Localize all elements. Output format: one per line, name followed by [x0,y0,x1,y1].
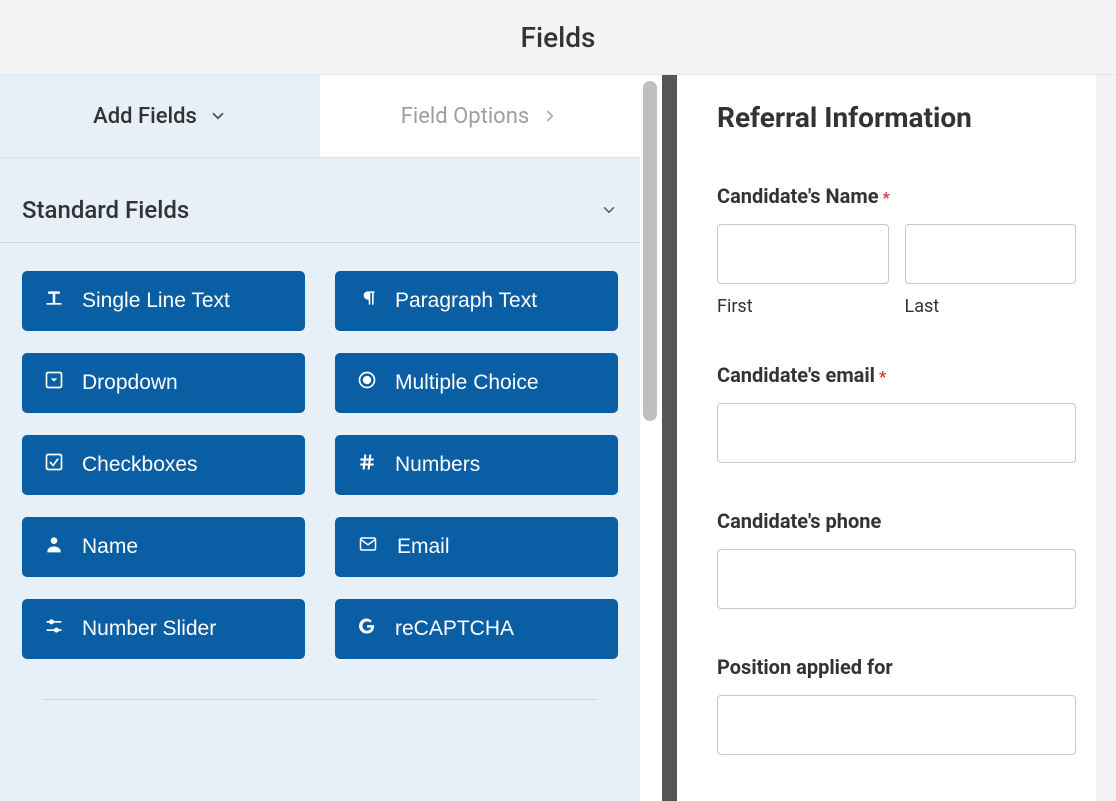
tab-field-options-label: Field Options [401,104,529,129]
field-position-applied[interactable]: Position applied for [717,655,1076,755]
standard-fields-body: Single Line Text Paragraph Text Dropdown [0,271,640,700]
field-label: Name [82,535,138,559]
field-label: reCAPTCHA [395,617,514,641]
scrollbar-track [640,75,662,801]
right-scrollbar[interactable] [1096,75,1116,801]
field-single-line-text[interactable]: Single Line Text [22,271,305,331]
phone-input[interactable] [717,549,1076,609]
position-input[interactable] [717,695,1076,755]
user-icon [44,534,64,560]
field-label: Dropdown [82,371,178,395]
last-name-input[interactable] [905,224,1077,284]
field-candidate-phone[interactable]: Candidate's phone [717,509,1076,609]
section-divider [44,699,596,700]
field-label: Candidate's email [717,363,875,387]
field-label: Candidate's phone [717,509,881,533]
first-name-input[interactable] [717,224,889,284]
field-email[interactable]: Email [335,517,618,577]
dropdown-icon [44,370,64,396]
hash-icon [357,452,377,478]
form-title: Referral Information [717,101,1076,134]
sliders-icon [44,616,64,642]
form-preview-panel: Referral Information Candidate's Name* F… [677,75,1116,801]
email-input[interactable] [717,403,1076,463]
page-title: Fields [521,21,596,54]
paragraph-icon [357,288,377,314]
field-paragraph-text[interactable]: Paragraph Text [335,271,618,331]
tab-field-options[interactable]: Field Options [320,75,640,157]
chevron-down-icon [209,107,227,125]
field-name[interactable]: Name [22,517,305,577]
field-label: Candidate's Name [717,184,879,208]
field-dropdown[interactable]: Dropdown [22,353,305,413]
field-checkboxes[interactable]: Checkboxes [22,435,305,495]
chevron-down-icon [600,201,618,219]
field-numbers[interactable]: Numbers [335,435,618,495]
field-candidate-name[interactable]: Candidate's Name* First Last [717,184,1076,317]
field-label: Number Slider [82,617,216,641]
field-label: Numbers [395,453,480,477]
text-cursor-icon [44,288,64,314]
field-picker-panel: Add Fields Field Options Standard Fields [0,75,640,801]
scrollbar-thumb[interactable] [643,81,657,421]
tab-add-fields[interactable]: Add Fields [0,75,320,157]
field-label: Position applied for [717,655,893,679]
field-label: Email [397,535,450,559]
field-label: Checkboxes [82,453,198,477]
required-marker: * [883,188,890,207]
google-icon [357,616,377,642]
content-area: Add Fields Field Options Standard Fields [0,75,1116,801]
field-candidate-email[interactable]: Candidate's email* [717,363,1076,463]
field-label: Single Line Text [82,289,230,313]
radio-icon [357,370,377,396]
field-grid: Single Line Text Paragraph Text Dropdown [22,271,618,659]
sub-label-first: First [717,296,889,317]
standard-fields-header[interactable]: Standard Fields [0,158,640,243]
checkbox-icon [44,452,64,478]
required-marker: * [879,367,886,386]
tab-add-fields-label: Add Fields [93,104,197,129]
sub-label-last: Last [905,296,1077,317]
field-label: Multiple Choice [395,371,539,395]
standard-fields-title: Standard Fields [22,196,189,224]
field-recaptcha[interactable]: reCAPTCHA [335,599,618,659]
field-multiple-choice[interactable]: Multiple Choice [335,353,618,413]
envelope-icon [357,535,379,559]
panel-tabs: Add Fields Field Options [0,75,640,158]
panel-divider [662,75,677,801]
chevron-right-icon [541,107,559,125]
left-scrollbar[interactable] [640,75,662,801]
field-number-slider[interactable]: Number Slider [22,599,305,659]
top-header: Fields [0,0,1116,75]
field-label: Paragraph Text [395,289,537,313]
